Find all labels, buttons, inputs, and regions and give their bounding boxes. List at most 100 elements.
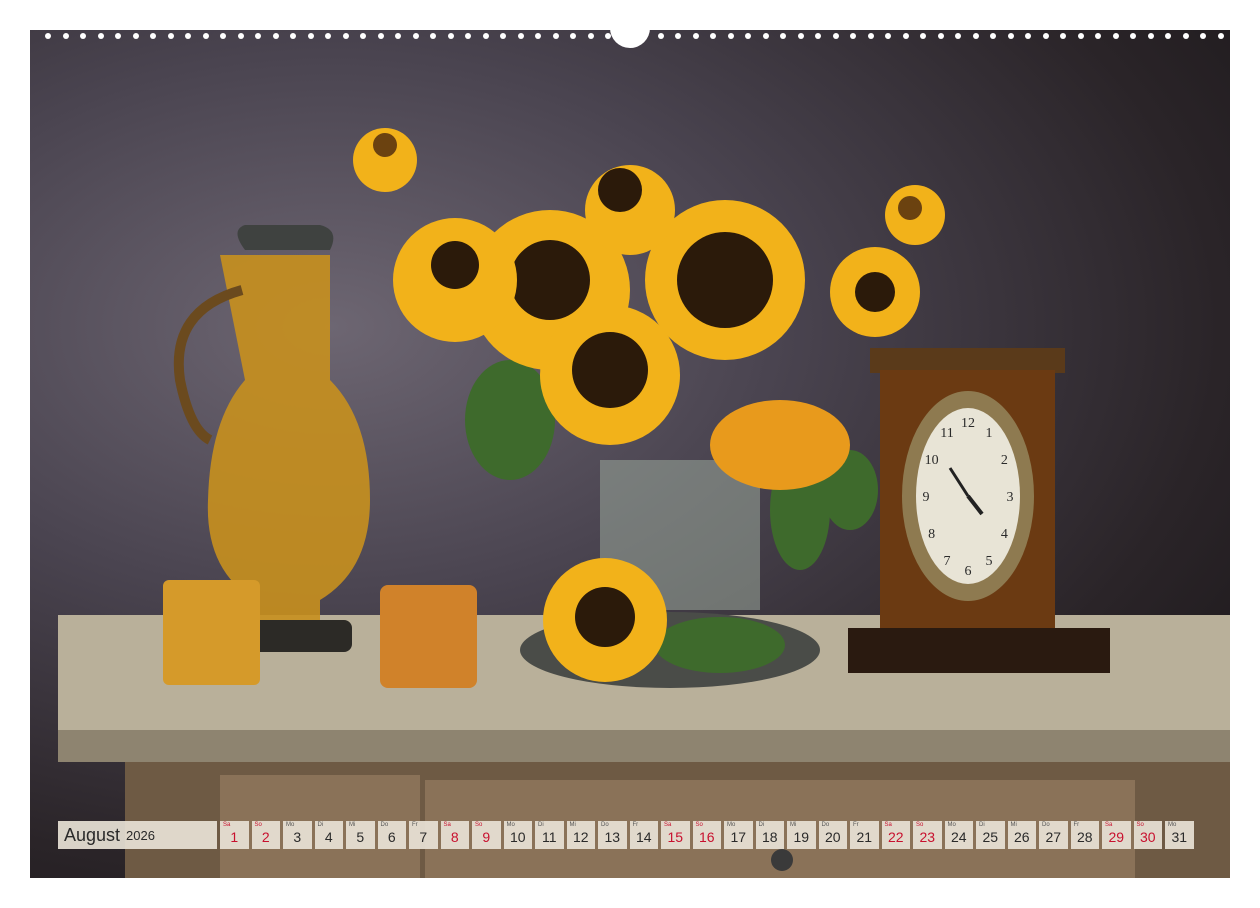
day-number: 10 [509, 829, 526, 845]
binding-hole [1095, 33, 1101, 39]
year-label: 2026 [126, 827, 155, 843]
binding-hole [972, 33, 979, 39]
day-number: 18 [761, 829, 778, 845]
clock-numeral: 7 [944, 554, 951, 569]
spiral-binding [30, 30, 1230, 44]
day-number: 21 [856, 829, 873, 845]
calendar-day: Sa 22 [881, 821, 910, 849]
binding-hole [290, 33, 296, 39]
binding-hole [815, 33, 821, 39]
binding-hole [850, 33, 856, 39]
weekday-abbrev: Fr [632, 822, 639, 828]
binding-hole [97, 33, 104, 39]
clock-numeral: 10 [925, 453, 939, 468]
calendar-day: Mi 5 [346, 821, 375, 849]
weekday-abbrev: Mi [790, 822, 797, 828]
weekday-abbrev: Mo [1168, 822, 1177, 828]
binding-hole [465, 33, 471, 39]
calendar-strip: August 2026 Sa 1 So 2 Mo 3 Di 4 Mi 5 Do 6 Fr 7 Sa 8 So 9 M… [58, 821, 1194, 849]
weekday-abbrev: Di [538, 822, 544, 828]
calendar-day: Mo 3 [283, 821, 312, 849]
day-number: 19 [793, 829, 810, 845]
binding-hole [202, 33, 209, 39]
day-number: 12 [572, 829, 589, 845]
day-number: 29 [1108, 829, 1125, 845]
day-number: 11 [541, 829, 557, 845]
calendar-day: Mo 17 [724, 821, 753, 849]
binding-hole [482, 33, 489, 39]
binding-hole [1147, 33, 1154, 39]
calendar-day: Sa 1 [220, 821, 249, 849]
weekday-abbrev: Di [317, 822, 324, 828]
weekday-abbrev: Mo [506, 822, 515, 828]
clock-numeral: 11 [940, 426, 953, 441]
binding-hole [80, 33, 86, 39]
binding-hole [535, 33, 541, 39]
day-number: 2 [261, 829, 270, 845]
binding-hole [657, 33, 664, 39]
weekday-abbrev: So [254, 822, 262, 828]
weekday-abbrev: So [475, 822, 483, 828]
binding-hole [1077, 33, 1084, 39]
clock-numeral: 1 [986, 426, 993, 441]
weekday-abbrev: Mo [727, 822, 736, 828]
day-number: 17 [730, 829, 747, 845]
binding-hole [1025, 33, 1031, 39]
calendar-day: So 30 [1133, 821, 1162, 849]
binding-hole [1217, 33, 1224, 39]
binding-hole [692, 33, 699, 39]
calendar-day: Mi 19 [787, 821, 816, 849]
weekday-abbrev: Fr [412, 822, 418, 828]
day-number: 23 [919, 829, 936, 845]
calendar-day: Do 20 [818, 821, 847, 849]
binding-hole [342, 33, 349, 39]
weekday-abbrev: So [695, 822, 703, 828]
day-number: 8 [450, 829, 459, 845]
day-number: 31 [1171, 829, 1188, 845]
weekday-abbrev: Sa [884, 822, 892, 828]
day-number: 13 [604, 829, 621, 845]
binding-hole [762, 33, 769, 39]
calendar-day: So 16 [692, 821, 721, 849]
calendar-day: Fr 28 [1070, 821, 1099, 849]
day-number: 27 [1045, 829, 1062, 845]
weekday-abbrev: Sa [1105, 822, 1113, 828]
weekday-abbrev: Do [380, 822, 389, 828]
weekday-abbrev: Sa [223, 822, 231, 828]
binding-hole [587, 33, 594, 39]
binding-hole [552, 33, 559, 39]
weekday-abbrev: Mi [1010, 822, 1017, 828]
binding-hole [45, 33, 51, 39]
binding-hole [1007, 33, 1014, 39]
binding-hole [115, 33, 121, 39]
sunflower-still-life-photo: 12 1 2 3 4 5 6 7 8 9 10 11 [30, 30, 1230, 878]
clock-numeral: 6 [965, 564, 972, 579]
binding-hole [237, 33, 244, 39]
day-number: 4 [324, 829, 333, 845]
binding-hole [167, 33, 174, 39]
binding-hole [605, 33, 611, 39]
binding-hole [902, 33, 909, 39]
binding-hole [727, 33, 734, 39]
calendar-day: Do 27 [1039, 821, 1068, 849]
weekday-abbrev: Do [601, 822, 609, 828]
binding-hole [377, 33, 384, 39]
calendar-day: So 23 [913, 821, 942, 849]
binding-hole [395, 33, 401, 39]
calendar-day: Sa 29 [1102, 821, 1131, 849]
calendar-day: Di 18 [755, 821, 784, 849]
binding-hole [185, 33, 191, 39]
day-number: 22 [887, 829, 904, 845]
binding-hole [780, 33, 786, 39]
binding-hole [832, 33, 839, 39]
binding-hole [360, 33, 366, 39]
weekday-abbrev: Mi [569, 822, 576, 828]
binding-hole [132, 33, 139, 39]
day-number: 14 [635, 829, 652, 845]
day-number: 5 [356, 829, 365, 845]
minute-hand [948, 467, 970, 497]
binding-hole [500, 33, 506, 39]
calendar-day: Sa 15 [661, 821, 690, 849]
clock-numeral: 4 [1001, 527, 1008, 542]
calendar-day: Fr 21 [850, 821, 879, 849]
